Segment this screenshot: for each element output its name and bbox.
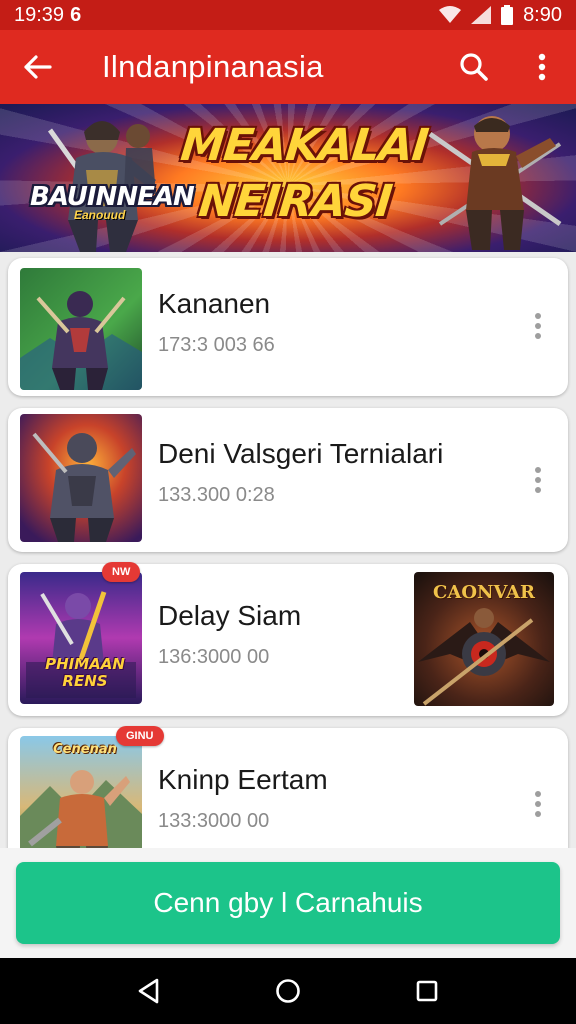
banner-logo-left-sub: Eanouud	[74, 208, 126, 222]
wifi-icon	[439, 6, 462, 23]
system-nav-bar	[0, 958, 576, 1024]
item-texts: Kninp Eertam 133:3000 00	[158, 764, 328, 833]
item-more-button[interactable]	[526, 784, 550, 824]
banner-warrior-right	[428, 116, 562, 250]
new-badge: GINU	[116, 726, 164, 746]
item-side-artwork[interactable]: CAONVAR	[414, 572, 554, 706]
search-icon	[460, 53, 488, 81]
item-name: Delay Siam	[158, 600, 302, 631]
list-item[interactable]: Kananen 173:3 003 66	[8, 258, 568, 396]
clock: 19:39	[14, 3, 65, 26]
list-item[interactable]: Deni Valsgeri Ternialari 133.300 0:28	[8, 408, 568, 552]
back-triangle-icon	[139, 978, 159, 1004]
item-meta: 136:3000 00	[158, 646, 270, 668]
list-item[interactable]: PHIMAAN RENS NW Delay Siam 136:3000 00 C…	[8, 562, 568, 716]
search-button[interactable]	[440, 30, 508, 104]
item-more-button[interactable]	[526, 460, 550, 500]
more-vert-icon	[538, 53, 546, 81]
status-bar: 19:39 6 8:90	[0, 0, 576, 30]
item-texts: Delay Siam 136:3000 00	[158, 600, 301, 669]
item-name: Deni Valsgeri Ternialari	[158, 438, 444, 469]
primary-action-button[interactable]: Cenn gby l Carnahuis	[16, 862, 560, 944]
nav-home-button[interactable]	[258, 961, 318, 1021]
item-meta: 133:3000 00	[158, 810, 270, 832]
status-right: 8:90	[439, 4, 562, 27]
more-vert-icon	[535, 467, 541, 493]
banner-headline: MEAKALAI NEIRASI	[172, 118, 431, 230]
promo-banner[interactable]: BAUINNEAN Eanouud MEAKALAI NEIRASI	[0, 104, 576, 252]
item-meta: 173:3 003 66	[158, 334, 275, 356]
thumb-logo-text: PHIMAAN RENS	[45, 655, 125, 690]
recents-square-icon	[416, 980, 437, 1002]
banner-warrior-left	[47, 121, 156, 252]
item-texts: Kananen 173:3 003 66	[158, 288, 275, 357]
item-texts: Deni Valsgeri Ternialari 133.300 0:28	[158, 438, 443, 507]
back-button[interactable]	[0, 30, 76, 104]
side-artwork-title: CAONVAR	[433, 582, 535, 603]
page-title: Ilndanpinanasia	[102, 49, 324, 84]
app-bar: Ilndanpinanasia	[0, 30, 576, 104]
signal-icon	[471, 6, 492, 24]
new-badge: NW	[102, 562, 141, 582]
battery-text: 8:90	[523, 3, 562, 26]
item-more-button[interactable]	[526, 306, 550, 346]
banner-headline-line1: MEAKALAI	[178, 120, 431, 171]
overflow-menu-button[interactable]	[508, 30, 576, 104]
notification-glyph: 6	[70, 3, 82, 26]
bottom-action-area: Cenn gby l Carnahuis	[0, 848, 576, 958]
home-circle-icon	[276, 979, 300, 1003]
item-name: Kananen	[158, 288, 271, 319]
item-thumbnail	[20, 414, 142, 542]
nav-recents-button[interactable]	[397, 961, 457, 1021]
battery-icon	[501, 5, 514, 25]
game-list[interactable]: Kananen 173:3 003 66 Deni Valsgeri Terni…	[0, 252, 576, 848]
item-meta: 133.300 0:28	[158, 484, 275, 506]
status-left: 19:39 6	[14, 4, 81, 27]
more-vert-icon	[535, 313, 541, 339]
item-name: Kninp Eertam	[158, 764, 328, 795]
nav-back-button[interactable]	[119, 961, 179, 1021]
more-vert-icon	[535, 791, 541, 817]
arrow-left-icon	[24, 55, 52, 79]
banner-headline-line2: NEIRASI	[196, 176, 394, 227]
list-item[interactable]: Cenenan GINU Kninp Eertam 133:3000 00	[8, 726, 568, 848]
item-thumbnail	[20, 268, 142, 390]
